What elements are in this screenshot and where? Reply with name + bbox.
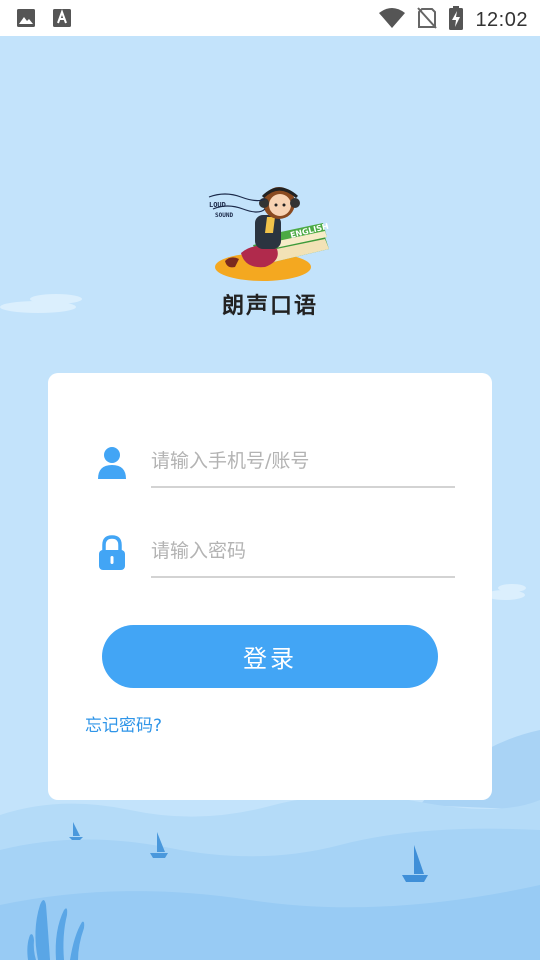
- wifi-icon: [379, 7, 406, 33]
- password-underline: [151, 576, 455, 578]
- login-button[interactable]: 登录: [102, 625, 438, 688]
- text-a-icon: [52, 8, 72, 32]
- phone-field: [48, 433, 492, 493]
- user-icon: [98, 447, 126, 479]
- login-card: 登录 忘记密码?: [48, 373, 492, 800]
- svg-text:LOUD: LOUD: [209, 201, 226, 209]
- forgot-password-link[interactable]: 忘记密码?: [85, 711, 162, 736]
- battery-charging-icon: [449, 6, 464, 34]
- phone-underline: [151, 486, 455, 488]
- app-logo: ENGLISH LOUD SOUND: [208, 187, 330, 281]
- app-title: 朗声口语: [221, 294, 318, 319]
- status-bar: 12:02: [0, 0, 540, 36]
- no-sim-icon: [417, 7, 438, 33]
- image-icon: [16, 8, 36, 32]
- lock-icon: [99, 535, 125, 570]
- status-time: 12:02: [475, 8, 528, 31]
- password-input[interactable]: [151, 531, 455, 571]
- phone-input[interactable]: [151, 441, 455, 481]
- svg-text:SOUND: SOUND: [215, 212, 233, 219]
- password-field: [48, 523, 492, 583]
